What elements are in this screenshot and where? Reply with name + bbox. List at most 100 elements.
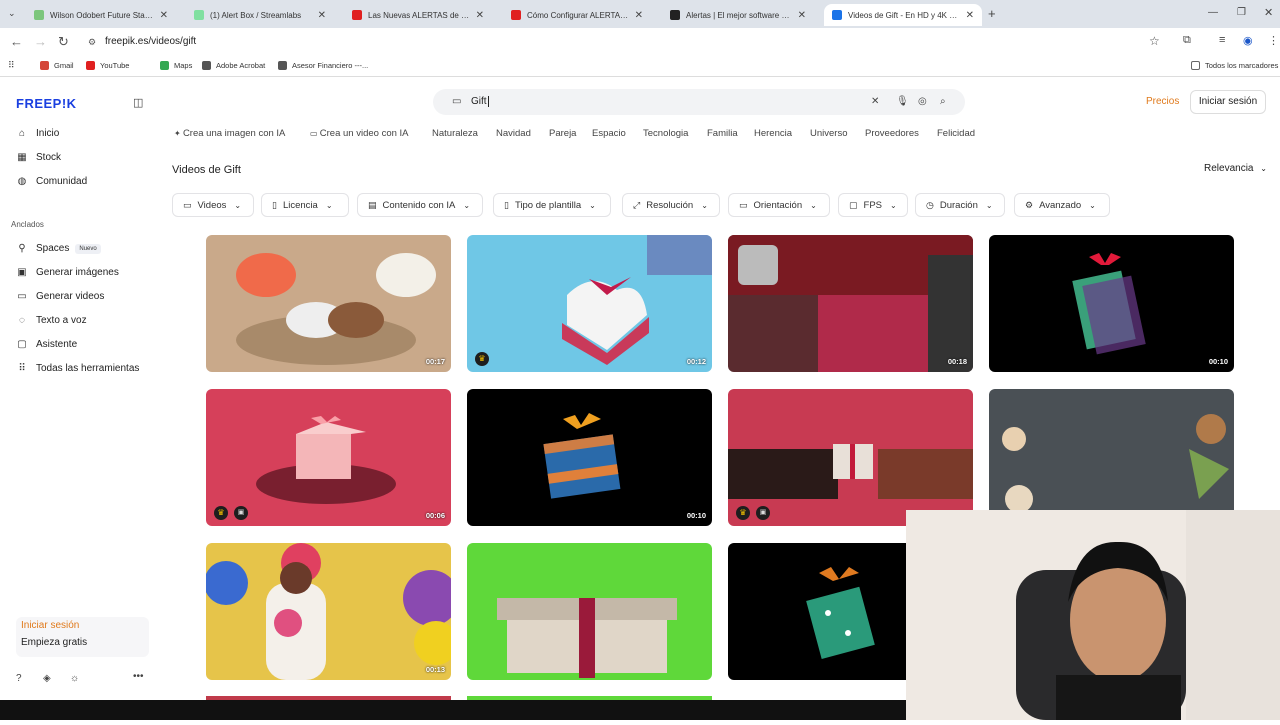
clear-search-icon[interactable]: ✕ <box>871 96 879 107</box>
prices-link[interactable]: Precios <box>1146 96 1179 107</box>
close-tab-icon[interactable]: ✕ <box>318 10 326 21</box>
pinned-item[interactable]: ◌ Texto a voz <box>16 315 87 326</box>
close-tab-icon[interactable]: ✕ <box>798 10 806 21</box>
sort-dropdown[interactable]: Relevancia ⌄ <box>1204 163 1267 174</box>
tab-list-icon[interactable]: ⌄ <box>8 8 16 19</box>
filter-contenido-con-ia[interactable]: ▤ Contenido con IA ⌄ <box>357 193 483 217</box>
search-input[interactable]: Gift <box>433 89 965 115</box>
start-free-link[interactable]: Empieza gratis <box>21 637 87 648</box>
filter-avanzado[interactable]: ⚙ Avanzado ⌄ <box>1014 193 1110 217</box>
video-card[interactable]: 00:18 <box>728 235 973 372</box>
close-tab-icon[interactable]: ✕ <box>160 10 168 21</box>
video-duration: 00:13 <box>425 665 445 674</box>
video-card[interactable] <box>467 543 712 680</box>
bookmark-item[interactable]: Maps <box>160 61 192 70</box>
category-link[interactable]: Proveedores <box>865 128 919 139</box>
video-card[interactable]: 00:10 <box>989 235 1234 372</box>
pinned-item[interactable]: ▣ Generar imágenes <box>16 267 119 278</box>
freepik-logo[interactable]: FREEP!K <box>16 96 77 111</box>
close-tab-icon[interactable]: ✕ <box>966 10 974 21</box>
video-card[interactable] <box>989 389 1234 526</box>
site-info-icon[interactable]: ⚙ <box>88 37 96 48</box>
reload-icon[interactable]: ↻ <box>58 34 69 50</box>
pinned-item-label: Spaces <box>36 243 70 254</box>
video-type-icon[interactable]: ▭ <box>452 96 461 107</box>
filter-licencia[interactable]: ▯ Licencia ⌄ <box>261 193 349 217</box>
category-link[interactable]: Navidad <box>496 128 531 139</box>
category-link[interactable]: Tecnologia <box>643 128 688 139</box>
filter-videos[interactable]: ▭ Videos ⌄ <box>172 193 254 217</box>
video-card[interactable]: 00:10 <box>467 389 712 526</box>
folder-icon <box>1191 61 1200 70</box>
category-link[interactable]: Naturaleza <box>432 128 478 139</box>
bookmark-item[interactable]: Asesor Financiero ---... <box>278 61 368 70</box>
category-link[interactable]: ✦ Crea una imagen con IA <box>174 128 285 139</box>
category-link[interactable]: Espacio <box>592 128 626 139</box>
sidebar-item-inicio[interactable]: ⌂ Inicio <box>16 128 59 139</box>
filter-orientación[interactable]: ▭ Orientación ⌄ <box>728 193 830 217</box>
learn-icon[interactable]: ◈ <box>43 673 51 684</box>
pinned-item[interactable]: ⚲ Spaces Nuevo <box>16 243 101 254</box>
media-icon[interactable]: ≡ <box>1219 34 1225 46</box>
back-icon[interactable]: ← <box>10 34 23 49</box>
video-card[interactable]: 00:06 ♛ ▣ <box>206 389 451 526</box>
bookmark-item[interactable]: YouTube <box>86 61 129 70</box>
new-tab-button[interactable]: + <box>988 6 996 21</box>
browser-tab[interactable]: Las Nuevas ALERTAS de KICK en ✕ <box>344 4 492 26</box>
category-link[interactable]: Universo <box>810 128 848 139</box>
camera-search-icon[interactable]: ◎ <box>918 96 927 107</box>
bookmark-star-icon[interactable]: ☆ <box>1149 34 1160 48</box>
category-label: Familia <box>707 128 738 139</box>
search-icon[interactable]: ⌕ <box>940 96 946 107</box>
filter-label: Licencia <box>282 199 318 211</box>
login-button[interactable]: Iniciar sesión <box>1190 90 1266 114</box>
forward-icon[interactable]: → <box>34 34 47 49</box>
close-tab-icon[interactable]: ✕ <box>476 10 484 21</box>
bookmark-item[interactable]: Gmail <box>40 61 74 70</box>
pinned-item[interactable]: ▭ Generar videos <box>16 291 104 302</box>
close-window-button[interactable]: ✕ <box>1264 6 1273 19</box>
filter-resolución[interactable]: ⤢ Resolución ⌄ <box>622 193 720 217</box>
filter-fps[interactable]: ▢ FPS ⌄ <box>838 193 908 217</box>
video-card[interactable]: ♛ ▣ <box>728 389 973 526</box>
video-card[interactable]: 00:12 ♛ <box>467 235 712 372</box>
pinned-item[interactable]: ⠿ Todas las herramientas <box>16 363 139 374</box>
category-link[interactable]: Herencia <box>754 128 792 139</box>
browser-tab[interactable]: Wilson Odobert Future Stars EA FC ✕ <box>26 4 176 26</box>
browser-tab[interactable]: Videos de Gift - En HD y 4K para d ✕ <box>824 4 982 26</box>
url-field[interactable]: freepik.es/videos/gift <box>80 32 1170 52</box>
globe-icon: ◍ <box>17 176 27 187</box>
maximize-button[interactable]: ❐ <box>1237 7 1246 18</box>
apps-icon[interactable]: ⠿ <box>8 60 15 71</box>
sidebar-item-stock[interactable]: ▦ Stock <box>16 152 61 163</box>
extensions-icon[interactable]: ⧉ <box>1183 34 1191 47</box>
browser-tab[interactable]: Cómo Configurar ALERTAS en Kick ✕ <box>503 4 651 26</box>
category-link[interactable]: ▭ Crea un video con IA <box>310 128 409 139</box>
bookmark-favicon-icon <box>278 61 287 70</box>
help-icon[interactable]: ? <box>16 673 22 684</box>
filter-tipo-de-plantilla[interactable]: ▯ Tipo de plantilla ⌄ <box>493 193 611 217</box>
chevron-down-icon: ⌄ <box>810 200 817 210</box>
category-link[interactable]: Familia <box>707 128 738 139</box>
profile-icon[interactable]: ◉ <box>1243 34 1253 47</box>
close-tab-icon[interactable]: ✕ <box>635 10 643 21</box>
browser-tab[interactable]: Alertas | El mejor software para pe ✕ <box>662 4 814 26</box>
sidebar-login-link[interactable]: Iniciar sesión <box>21 620 79 631</box>
collapse-sidebar-icon[interactable]: ◫ <box>133 96 143 109</box>
category-link[interactable]: Felicidad <box>937 128 975 139</box>
video-card[interactable]: 00:13 <box>206 543 451 680</box>
browser-tab[interactable]: (1) Alert Box / Streamlabs ✕ <box>186 4 334 26</box>
minimize-button[interactable]: — <box>1208 7 1218 18</box>
video-card[interactable]: 00:17 <box>206 235 451 372</box>
pinned-item[interactable]: ▢ Asistente <box>16 339 77 350</box>
browser-menu-icon[interactable]: ⋮ <box>1268 34 1279 47</box>
theme-icon[interactable]: ☼ <box>70 673 79 684</box>
filter-duración[interactable]: ◷ Duración ⌄ <box>915 193 1005 217</box>
filter-icon: ▢ <box>849 199 858 210</box>
sidebar-item-comunidad[interactable]: ◍ Comunidad <box>16 176 88 187</box>
category-link[interactable]: Pareja <box>549 128 576 139</box>
all-bookmarks[interactable]: Todos los marcadores <box>1191 61 1278 70</box>
microphone-icon[interactable]: 🎙︎ <box>896 96 909 107</box>
more-icon[interactable]: ••• <box>133 671 144 682</box>
bookmark-item[interactable]: Adobe Acrobat <box>202 61 265 70</box>
